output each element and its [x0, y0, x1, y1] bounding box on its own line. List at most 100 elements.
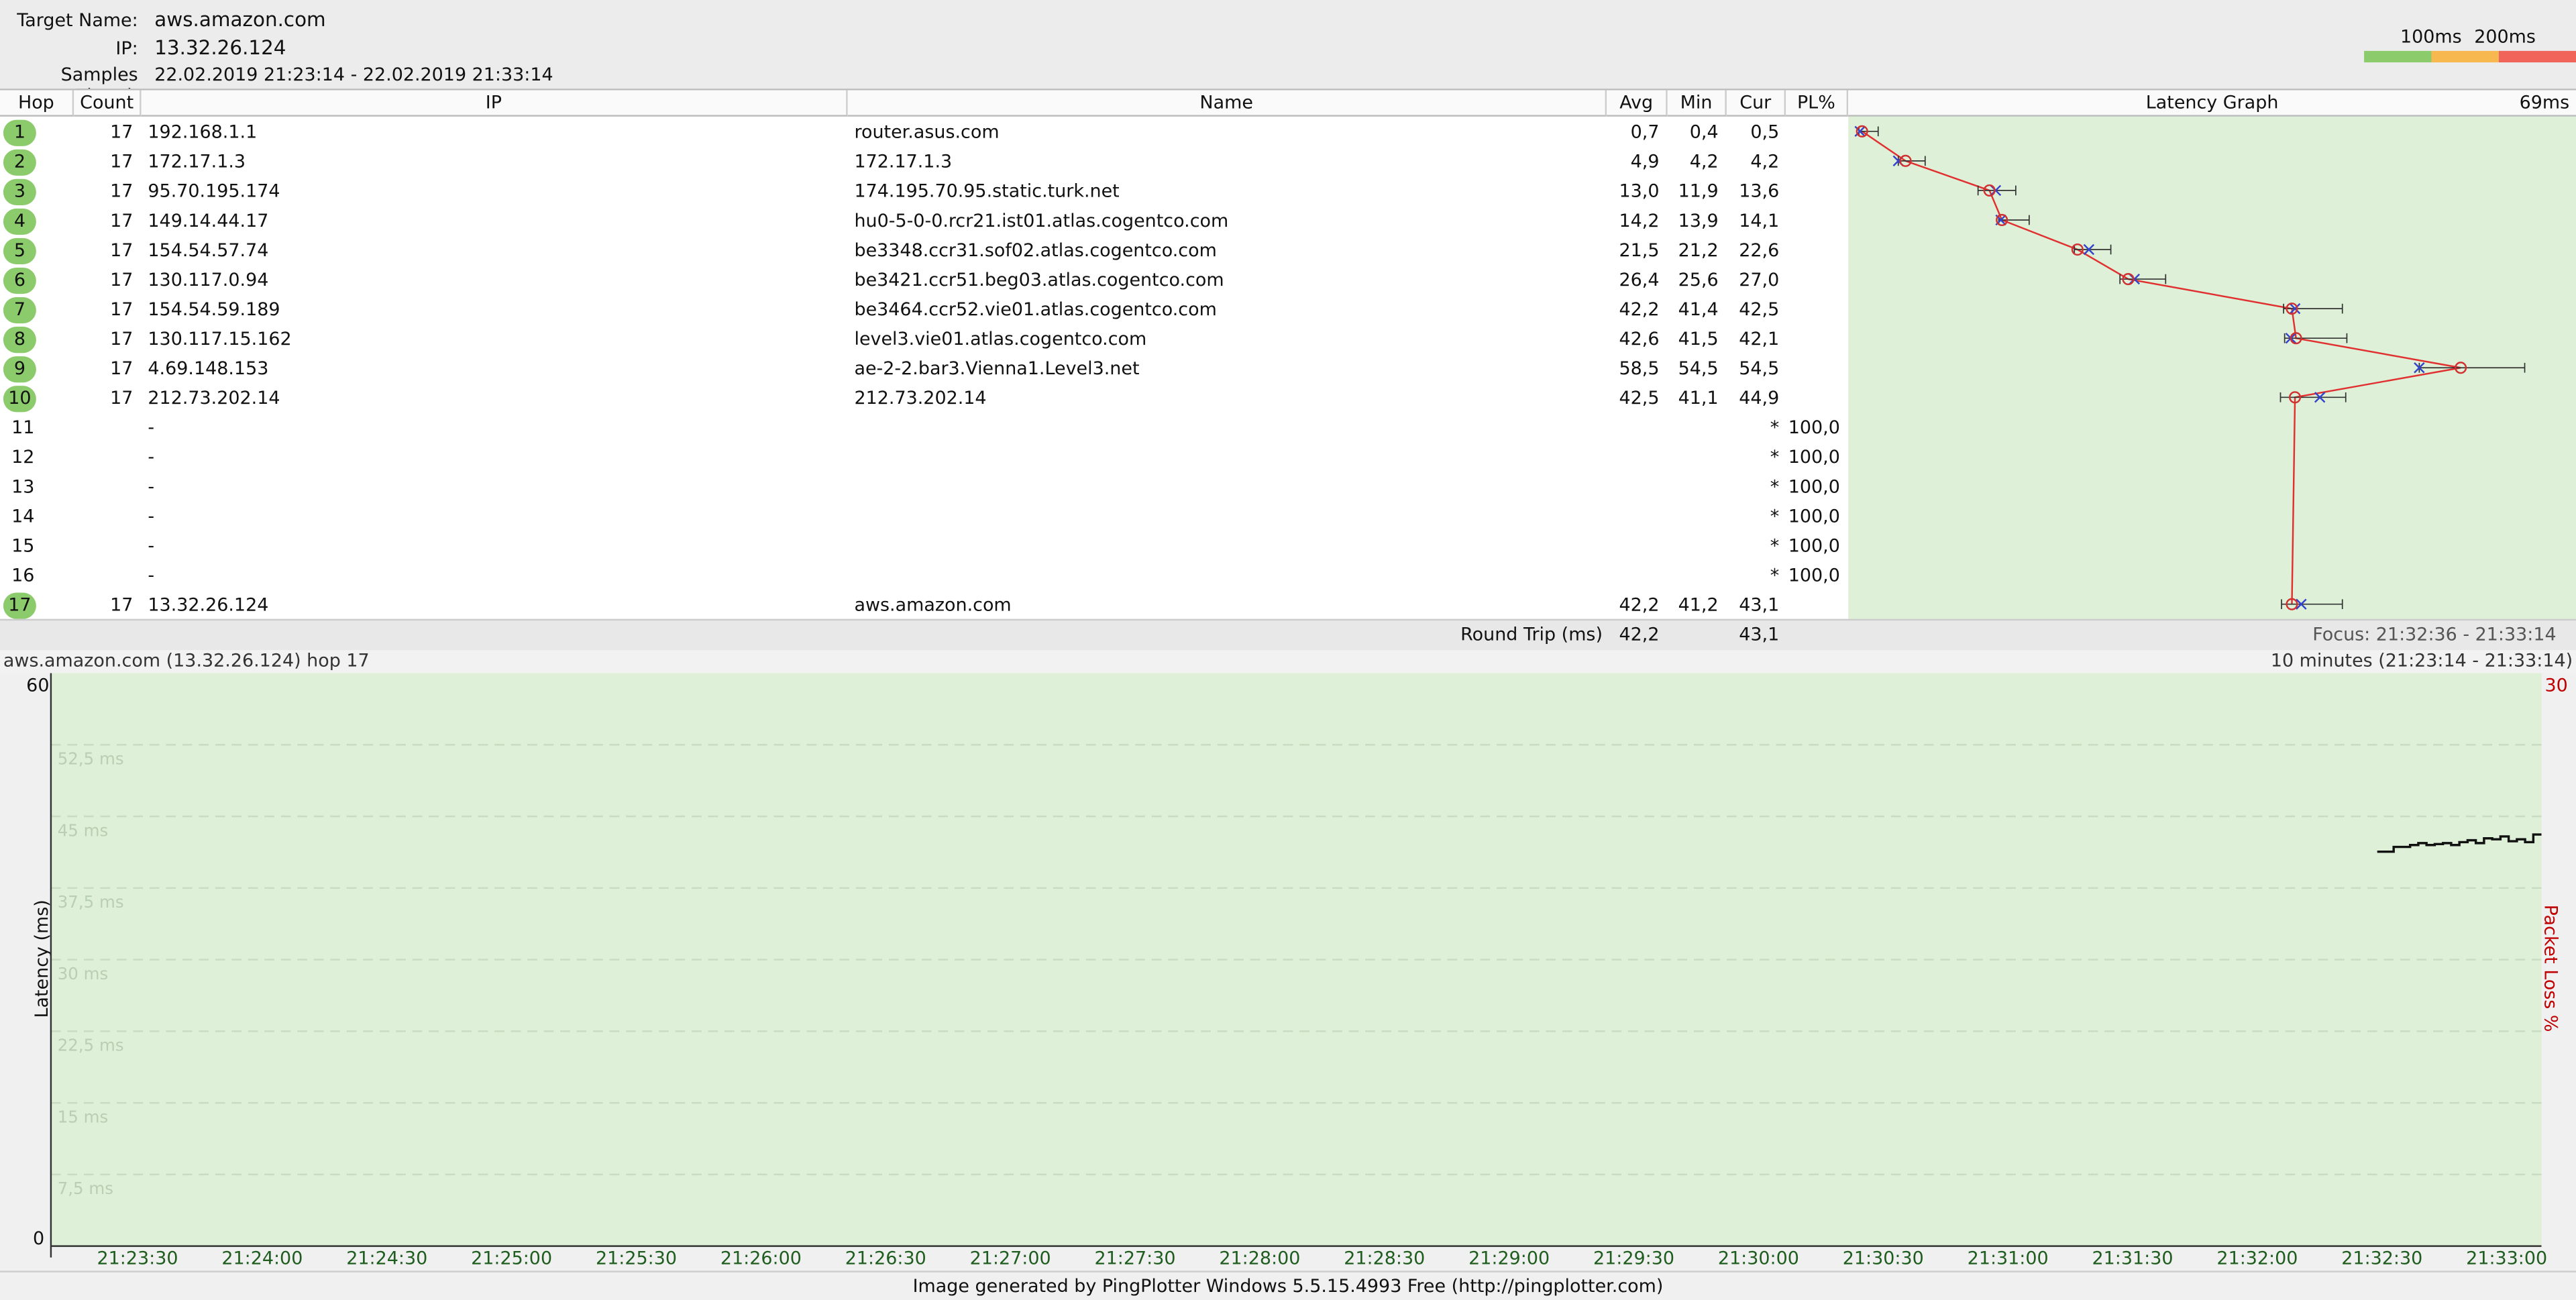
table-row[interactable]: 17 17 13.32.26.124 aws.amazon.com 42,2 41,2 43…	[0, 591, 1848, 620]
table-row[interactable]: 13 - * 100,0	[0, 473, 1848, 502]
hop-name: 172.17.1.3	[854, 151, 953, 172]
hop-cur: *	[1770, 446, 1780, 468]
hop-name: ae-2-2.bar3.Vienna1.Level3.net	[854, 358, 1140, 380]
hop-ip: 130.117.0.94	[148, 269, 269, 291]
table-row[interactable]: 14 - * 100,0	[0, 502, 1848, 532]
table-row[interactable]: 7 17 154.54.59.189 be3464.ccr52.vie01.atlas…	[0, 296, 1848, 325]
x-tick-label: 21:24:30	[346, 1248, 428, 1269]
hop-min: 0,4	[1689, 121, 1719, 143]
timeline-chart: 52,5 ms 45 ms 37,5 ms 30 ms 22,5 ms 15 ms 7,5 …	[50, 744, 2542, 1198]
table-row[interactable]: 10 17 212.73.202.14 212.73.202.14 42,5 41,1 44…	[0, 384, 1848, 414]
col-pl[interactable]: PL%	[1786, 90, 1849, 117]
table-row[interactable]: 12 - * 100,0	[0, 443, 1848, 473]
hop-count: 17	[110, 594, 133, 616]
col-hop[interactable]: Hop	[0, 90, 74, 117]
hop-avg: 58,5	[1619, 358, 1660, 380]
timeline-gridline-label: 52,5 ms	[58, 749, 124, 769]
table-row[interactable]: 9 17 4.69.148.153 ae-2-2.bar3.Vienna1.Level…	[0, 355, 1848, 384]
col-latency-graph[interactable]: Latency Graph 69ms	[1848, 90, 2576, 117]
legend-bar-bad	[2498, 50, 2576, 63]
hop-ip: 172.17.1.3	[148, 151, 246, 172]
hop-avg: 42,2	[1619, 299, 1660, 321]
timeline-latency-line	[2377, 833, 2542, 853]
hop-count: 17	[110, 328, 133, 350]
ip-value: 13.32.26.124	[154, 36, 286, 60]
y-max: 60	[26, 674, 50, 696]
hop-min: 54,5	[1678, 358, 1719, 380]
hop-pl: 100,0	[1788, 535, 1840, 557]
col-count[interactable]: Count	[74, 90, 142, 117]
hop-avg: 26,4	[1619, 269, 1660, 291]
table-row[interactable]: 5 17 154.54.57.74 be3348.ccr31.sof02.atlas.…	[0, 236, 1848, 266]
hop-number: 4	[3, 208, 36, 235]
hop-name: hu0-5-0-0.rcr21.ist01.atlas.cogentco.com	[854, 210, 1229, 232]
hop-name: level3.vie01.atlas.cogentco.com	[854, 328, 1147, 350]
round-trip-avg: 42,2	[1619, 624, 1660, 645]
hop-number: 13	[11, 476, 35, 498]
hop-cur: 27,0	[1739, 269, 1780, 291]
samples-value: 22.02.2019 21:23:14 - 22.02.2019 21:33:1…	[154, 64, 553, 86]
timeline-y-axis	[50, 673, 52, 1258]
hop-pl: 100,0	[1788, 417, 1840, 439]
hop-ip: -	[148, 446, 155, 468]
timeline-range[interactable]: 10 minutes (21:23:14 - 21:33:14)	[2271, 650, 2573, 673]
hop-number: 5	[3, 237, 36, 265]
table-row[interactable]: 1 17 192.168.1.1 router.asus.com 0,7 0,4 0,5	[0, 118, 1848, 148]
hop-min: 21,2	[1678, 239, 1719, 262]
latency-graph-title: Latency Graph	[2145, 92, 2279, 113]
table-row[interactable]: 16 - * 100,0	[0, 561, 1848, 591]
hop-min: 11,9	[1678, 180, 1719, 203]
hop-cur: 14,1	[1739, 210, 1780, 232]
x-tick-label: 21:26:00	[720, 1248, 802, 1269]
hop-number: 6	[3, 267, 36, 294]
hop-number: 11	[11, 417, 35, 439]
x-tick-label: 21:28:30	[1344, 1248, 1426, 1269]
hop-ip: 130.117.15.162	[148, 328, 292, 350]
hop-pl: 100,0	[1788, 446, 1840, 468]
hop-cur: 4,2	[1750, 151, 1780, 172]
table-row[interactable]: 8 17 130.117.15.162 level3.vie01.atlas.coge…	[0, 325, 1848, 355]
col-name[interactable]: Name	[847, 90, 1607, 117]
col-ip[interactable]: IP	[141, 90, 848, 117]
table-row[interactable]: 15 - * 100,0	[0, 532, 1848, 561]
hop-ip: 212.73.202.14	[148, 387, 280, 409]
hop-cur: 42,1	[1739, 328, 1780, 350]
hop-cur: 43,1	[1739, 594, 1780, 616]
hop-ip: -	[148, 505, 155, 527]
hop-min: 25,6	[1678, 269, 1719, 291]
table-row[interactable]: 6 17 130.117.0.94 be3421.ccr51.beg03.atlas.…	[0, 266, 1848, 295]
table-row[interactable]: 3 17 95.70.195.174 174.195.70.95.static.tur…	[0, 177, 1848, 207]
hop-count: 17	[110, 358, 133, 380]
hop-count: 17	[110, 269, 133, 291]
x-tick-label: 21:31:00	[1967, 1248, 2049, 1269]
hop-avg: 14,2	[1619, 210, 1660, 232]
hop-ip: 149.14.44.17	[148, 210, 269, 232]
latency-graph[interactable]	[1848, 116, 2576, 621]
table-row[interactable]: 4 17 149.14.44.17 hu0-5-0-0.rcr21.ist01.atl…	[0, 207, 1848, 236]
hop-name: 174.195.70.95.static.turk.net	[854, 180, 1120, 203]
hop-number: 2	[3, 149, 36, 176]
hop-number: 7	[3, 296, 36, 324]
y-min: 0	[32, 1228, 45, 1250]
hop-number: 10	[3, 386, 36, 413]
hop-cur: 42,5	[1739, 299, 1780, 321]
table-row[interactable]: 11 - * 100,0	[0, 414, 1848, 443]
hop-ip: -	[148, 535, 155, 557]
table-row[interactable]: 2 17 172.17.1.3 172.17.1.3 4,9 4,2 4,2	[0, 148, 1848, 177]
col-avg[interactable]: Avg	[1607, 90, 1668, 117]
hop-min: 4,2	[1689, 151, 1719, 172]
col-cur[interactable]: Cur	[1726, 90, 1786, 117]
latency-graph-max: 69ms	[2519, 92, 2570, 113]
hop-cur: 13,6	[1739, 180, 1780, 203]
latency-graph-bg	[1848, 116, 2576, 621]
timeline-gridline-label: 22,5 ms	[58, 1036, 124, 1055]
hop-avg: 42,5	[1619, 387, 1660, 409]
timeline-gridline-label: 15 ms	[58, 1107, 109, 1126]
hop-number: 14	[11, 505, 35, 527]
col-min[interactable]: Min	[1667, 90, 1727, 117]
timeline-plot[interactable]: 52,5 ms 45 ms 37,5 ms 30 ms 22,5 ms 15 ms 7,5 …	[50, 673, 2542, 1246]
hop-pl: 100,0	[1788, 564, 1840, 586]
x-tick-label: 21:30:30	[1842, 1248, 1924, 1269]
hop-name: router.asus.com	[854, 121, 1000, 143]
round-trip-bar: Round Trip (ms) 42,2 43,1 Focus: 21:32:3…	[0, 618, 2576, 651]
